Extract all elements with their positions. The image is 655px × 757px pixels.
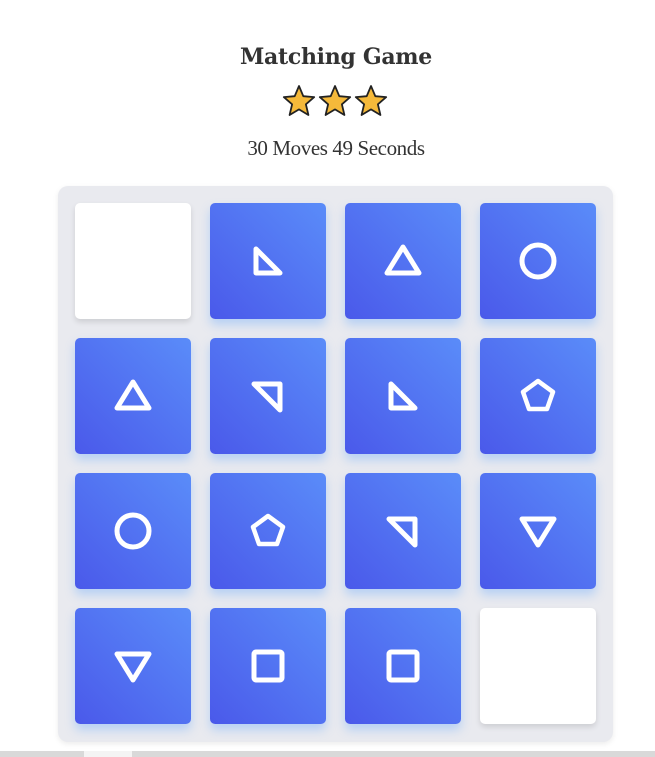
card-3[interactable] (345, 203, 461, 319)
card-13[interactable] (75, 608, 191, 724)
star-rating (281, 84, 391, 118)
circle-icon (105, 503, 161, 559)
card-1[interactable] (75, 203, 191, 319)
square-icon (375, 638, 431, 694)
game-title: Matching Game (240, 44, 432, 70)
card-6[interactable] (210, 338, 326, 454)
card-2[interactable] (210, 203, 326, 319)
card-8[interactable] (480, 338, 596, 454)
card-9[interactable] (75, 473, 191, 589)
pentagon-icon (510, 368, 566, 424)
triangle-up-icon (105, 368, 161, 424)
star-icon (282, 85, 316, 116)
seconds-timer: 49 Seconds (332, 136, 425, 160)
moves-counter: 30 Moves (247, 136, 328, 160)
card-7[interactable] (345, 338, 461, 454)
pentagon-icon (240, 503, 296, 559)
circle-icon (510, 233, 566, 289)
card-15[interactable] (345, 608, 461, 724)
right-triangle-icon (240, 233, 296, 289)
card-16[interactable] (480, 608, 596, 724)
card-14[interactable] (210, 608, 326, 724)
right-triangle-icon (375, 368, 431, 424)
card-12[interactable] (480, 473, 596, 589)
card-11[interactable] (345, 473, 461, 589)
triangle-up-icon (375, 233, 431, 289)
card-board (58, 186, 613, 742)
card-5[interactable] (75, 338, 191, 454)
card-10[interactable] (210, 473, 326, 589)
right-triangle-flipped-icon (240, 368, 296, 424)
scrollbar-thumb[interactable] (84, 751, 132, 757)
game-stats: 30 Moves 49 Seconds (0, 136, 655, 161)
star-icon (318, 85, 352, 116)
triangle-down-icon (105, 638, 161, 694)
star-icon (354, 85, 388, 116)
card-4[interactable] (480, 203, 596, 319)
right-triangle-flipped-icon (375, 503, 431, 559)
square-icon (240, 638, 296, 694)
triangle-down-icon (510, 503, 566, 559)
